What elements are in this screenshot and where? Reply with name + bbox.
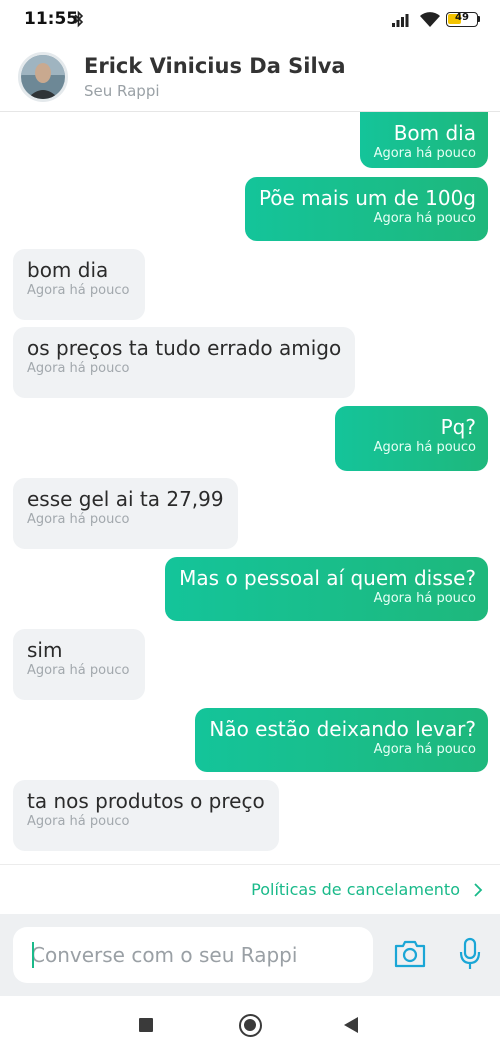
message-text: Mas o pessoal aí quem disse? (179, 566, 476, 590)
message-time: Agora há pouco (373, 742, 476, 757)
message-text: Não estão deixando levar? (209, 717, 476, 741)
message-text: sim (27, 638, 63, 662)
avatar-photo (21, 55, 65, 99)
message-bubble-sent: Põe mais um de 100g Agora há pouco (244, 177, 488, 241)
message-time: Agora há pouco (373, 146, 476, 161)
text-caret (32, 942, 34, 968)
contact-subtitle: Seu Rappi (84, 82, 160, 100)
chevron-right-icon[interactable] (472, 882, 484, 898)
microphone-icon[interactable] (458, 937, 482, 971)
message-time: Agora há pouco (373, 440, 476, 455)
message-bubble-received: sim Agora há pouco (13, 629, 145, 700)
contact-name: Erick Vinicius Da Silva (84, 54, 346, 78)
message-bubble-sent: Bom dia Agora há pouco (359, 112, 488, 168)
message-time: Agora há pouco (27, 283, 130, 298)
message-bubble-sent: Mas o pessoal aí quem disse? Agora há po… (165, 557, 488, 621)
message-bubble-sent: Não estão deixando levar? Agora há pouco (195, 708, 488, 772)
avatar[interactable] (18, 52, 68, 102)
message-text: os preços ta tudo errado amigo (27, 336, 342, 360)
chat-header: Erick Vinicius Da Silva Seu Rappi (0, 42, 500, 112)
system-nav-bar (0, 996, 500, 1056)
battery-icon: 49 (446, 12, 478, 27)
message-bubble-received: ta nos produtos o preço Agora há pouco (13, 780, 279, 851)
message-time: Agora há pouco (27, 512, 130, 527)
message-text: Pq? (440, 415, 476, 439)
message-bubble-received: esse gel ai ta 27,99 Agora há pouco (13, 478, 238, 549)
message-time: Agora há pouco (27, 814, 130, 829)
message-text: esse gel ai ta 27,99 (27, 487, 224, 511)
back-icon[interactable] (344, 1017, 358, 1033)
message-text: Bom dia (393, 121, 476, 145)
message-time: Agora há pouco (373, 591, 476, 606)
home-icon[interactable] (239, 1014, 262, 1037)
message-bubble-received: os preços ta tudo errado amigo Agora há … (13, 327, 356, 398)
message-list[interactable]: Bom dia Agora há pouco Põe mais um de 10… (0, 112, 500, 864)
message-time: Agora há pouco (373, 211, 476, 226)
message-bubble-sent: Pq? Agora há pouco (335, 406, 488, 471)
message-text: Põe mais um de 100g (258, 186, 476, 210)
message-time: Agora há pouco (27, 663, 130, 678)
wifi-icon (420, 12, 440, 27)
composer (0, 914, 500, 996)
bluetooth-icon (74, 10, 84, 28)
recents-icon[interactable] (139, 1018, 153, 1032)
message-text: bom dia (27, 258, 109, 282)
cancellation-policy-link[interactable]: Políticas de cancelamento (251, 880, 460, 899)
camera-icon[interactable] (393, 939, 427, 969)
message-text: ta nos produtos o preço (27, 789, 265, 813)
status-time: 11:55 (24, 9, 79, 29)
policy-bar: Políticas de cancelamento (0, 864, 500, 914)
message-input[interactable] (13, 927, 373, 983)
message-bubble-received: bom dia Agora há pouco (13, 249, 145, 320)
status-bar: 11:55 49 (0, 0, 500, 42)
message-time: Agora há pouco (27, 361, 130, 376)
battery-tip (478, 16, 480, 22)
battery-level: 49 (455, 12, 469, 23)
signal-icon (392, 14, 409, 27)
